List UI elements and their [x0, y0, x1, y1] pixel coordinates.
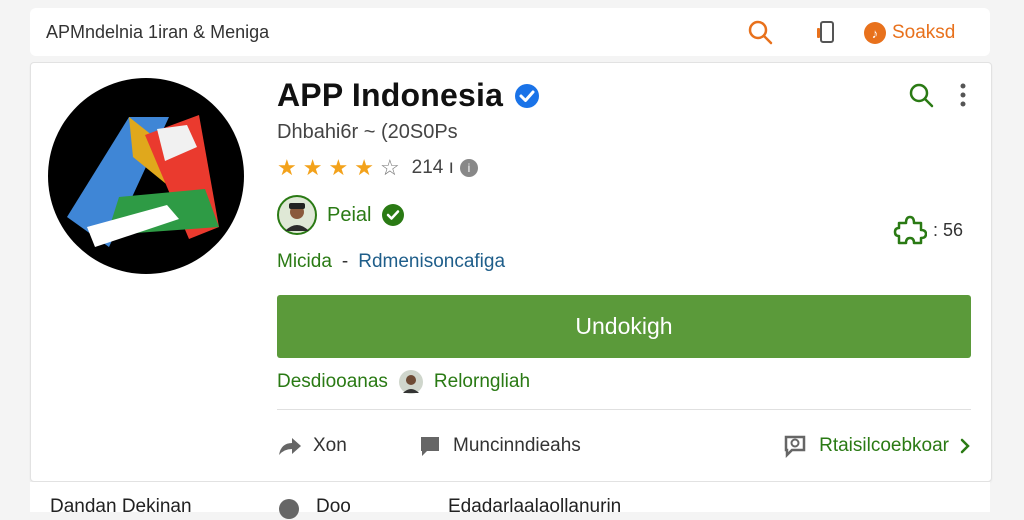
tag-secondary[interactable]: Rdmenisoncafiga [358, 251, 505, 273]
share-button[interactable]: Xon [277, 433, 347, 459]
star-icon: ★ [302, 155, 323, 180]
tag-separator: - [341, 251, 349, 272]
share-label: Xon [313, 435, 347, 456]
sound-label: Soaksd [892, 22, 956, 43]
category-tags: Micida - Rdmenisoncafiga [277, 251, 505, 273]
title-row: APP Indonesia [277, 77, 541, 114]
info-icon[interactable]: i [459, 159, 478, 177]
puzzle-icon [893, 215, 927, 245]
star-empty-icon: ☆ [379, 155, 400, 180]
breadcrumb[interactable]: APΜndelnia 1iran & Meniga [46, 22, 269, 43]
install-button[interactable]: Undokigh [277, 295, 971, 358]
globe-icon [279, 499, 299, 519]
developer-row[interactable]: Peial [277, 195, 405, 235]
below-right-link[interactable]: Relorngliah [434, 371, 530, 393]
message-label: Muncinndieahs [453, 435, 581, 456]
below-left-link[interactable]: Desdiooanas [277, 371, 388, 393]
star-icon: ★ [354, 155, 374, 180]
tag-primary[interactable]: Micida [277, 251, 332, 273]
actions-row: Xon Muncinndieahs Rtaisilcoebkoar [277, 433, 971, 463]
review-label: Rtaisilcoebkoar [819, 435, 949, 456]
review-search-icon [784, 435, 806, 459]
avatar [277, 195, 317, 235]
search-icon[interactable] [746, 18, 774, 46]
bottom-left-text: Dandan Dekinan [50, 496, 192, 517]
verified-badge-icon [515, 83, 540, 108]
star-icon: ★ [328, 155, 349, 180]
addons-indicator[interactable]: : 56 [893, 213, 963, 247]
bottom-middle-text: Doo [316, 496, 351, 517]
message-bubble-icon [421, 437, 439, 456]
app-logo-icon [48, 78, 244, 274]
review-link[interactable]: Rtaisilcoebkoar [783, 433, 971, 459]
app-subtitle: Dhbahi6r ~ (20S0Ps [277, 121, 458, 143]
addons-count: : 56 [933, 219, 964, 240]
more-options-icon[interactable] [955, 81, 971, 109]
rating-count: 214 ı [411, 157, 454, 178]
app-card: APP Indonesia Dhbahi6r ~ (20S0Ps ★ ★ ★ ★… [30, 62, 992, 482]
top-bar: APΜndelnia 1iran & Meniga ♪ Soaksd [30, 8, 990, 56]
chevron-right-icon [960, 438, 970, 454]
music-icon: ♪ [864, 22, 886, 44]
developer-name[interactable]: Peial [327, 204, 371, 227]
bottom-right-text: Edadarlaalaollanurin [448, 496, 622, 517]
share-arrow-icon [279, 438, 301, 455]
sound-button[interactable]: ♪ Soaksd [864, 20, 955, 46]
divider [277, 409, 971, 410]
bottom-section: Dandan Dekinan Doo Edadarlaalaollanurin [30, 482, 990, 519]
phone-icon[interactable] [816, 20, 838, 44]
star-icon: ★ [277, 155, 297, 180]
message-button[interactable]: Muncinndieahs [417, 433, 581, 459]
below-button-row: Desdiooanas Relorngliah [277, 369, 530, 395]
avatar [398, 370, 423, 394]
rating-row: ★ ★ ★ ★ ☆ 214 ı i [277, 157, 478, 179]
app-title: APP Indonesia [277, 77, 504, 113]
search-icon[interactable] [907, 81, 935, 109]
verified-check-icon [382, 204, 405, 226]
